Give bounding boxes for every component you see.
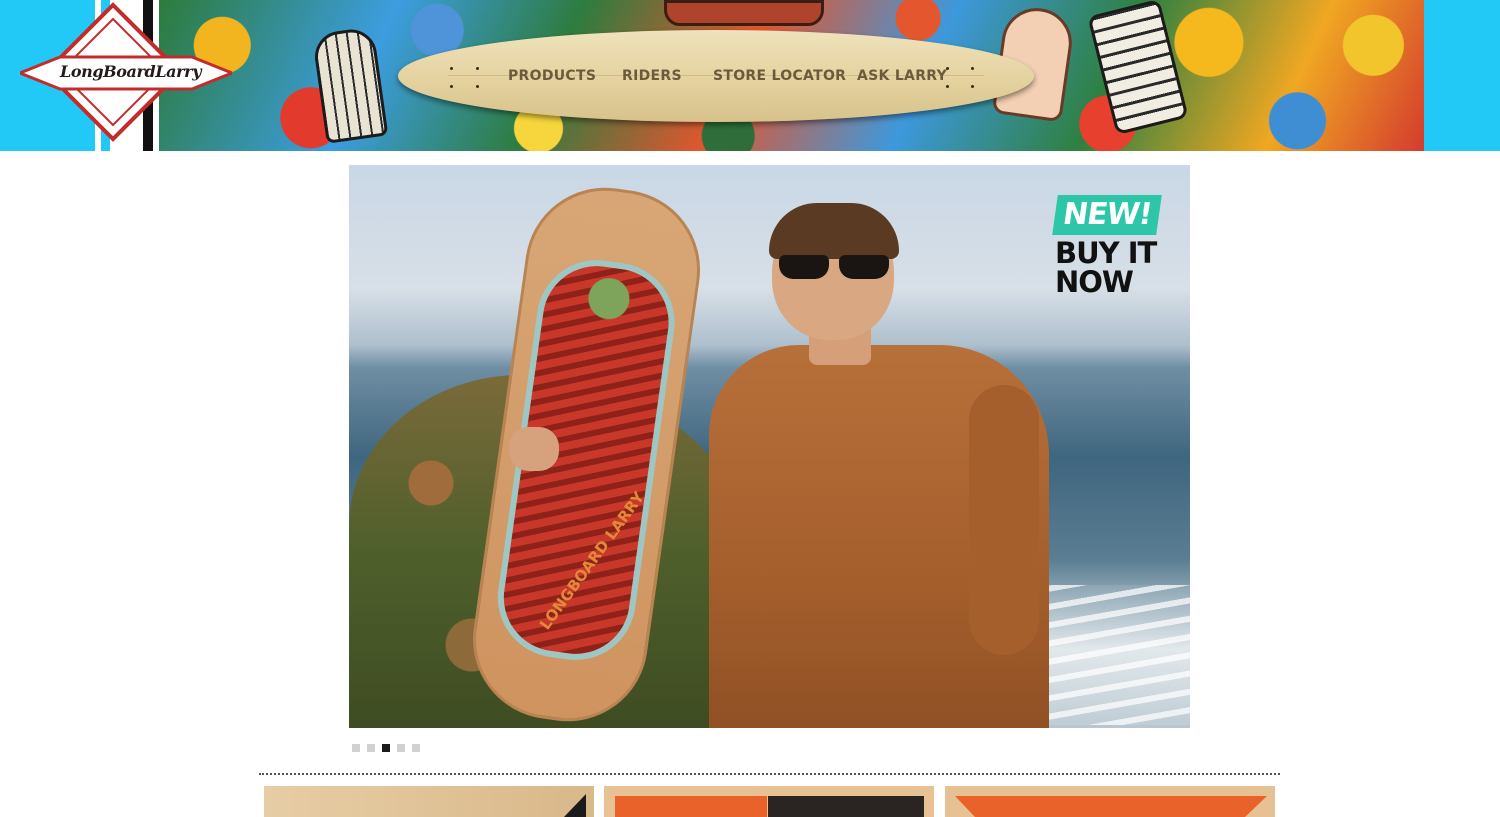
slider-pager — [352, 744, 420, 754]
rider-hair — [769, 203, 899, 259]
rivet-icon — [971, 85, 974, 88]
tile-graphic — [615, 796, 924, 817]
sunglasses-lens — [839, 255, 889, 279]
new-badge: NEW! — [1052, 195, 1163, 235]
woody-car-sticker — [664, 0, 824, 26]
moai-sticker — [311, 26, 389, 144]
rider-arm — [969, 385, 1039, 655]
promo-line-2[interactable]: NOW — [1055, 268, 1167, 297]
hero-slide[interactable]: LONGBOARD LARRY NEW! BUY IT NOW — [349, 165, 1190, 728]
tiki-sticker — [1087, 0, 1189, 136]
promo-line-1[interactable]: BUY IT — [1055, 239, 1167, 268]
rivet-icon — [450, 67, 453, 70]
logo-text: LongBoardLarry — [60, 62, 202, 81]
pager-dot-3[interactable] — [382, 744, 390, 752]
section-divider — [259, 773, 1280, 775]
pager-dot-1[interactable] — [352, 744, 360, 752]
sunglasses — [779, 255, 891, 281]
nav-riders[interactable]: RIDERS — [622, 68, 682, 88]
sunglasses-lens — [779, 255, 829, 279]
pager-dot-4[interactable] — [397, 744, 405, 752]
tile-graphic — [955, 796, 1267, 817]
nav-store-locator[interactable]: STORE LOCATOR — [713, 68, 846, 88]
promo-callout[interactable]: NEW! BUY IT NOW — [1052, 195, 1167, 297]
pager-dot-2[interactable] — [367, 744, 375, 752]
product-tile-3[interactable] — [945, 786, 1275, 817]
rivet-icon — [450, 85, 453, 88]
rivet-icon — [476, 67, 479, 70]
pager-dot-5[interactable] — [412, 744, 420, 752]
product-tile-1[interactable] — [264, 786, 594, 817]
tile-graphic — [564, 794, 586, 817]
product-tile-2[interactable] — [604, 786, 934, 817]
nav-ask-larry[interactable]: ASK LARRY — [857, 68, 947, 88]
rivet-icon — [476, 85, 479, 88]
site-header: PRODUCTS RIDERS STORE LOCATOR ASK LARRY … — [0, 0, 1500, 151]
nav-products[interactable]: PRODUCTS — [508, 68, 596, 88]
rivet-icon — [971, 67, 974, 70]
rider-hand — [509, 427, 559, 471]
site-logo[interactable]: LongBoardLarry — [20, 2, 232, 142]
